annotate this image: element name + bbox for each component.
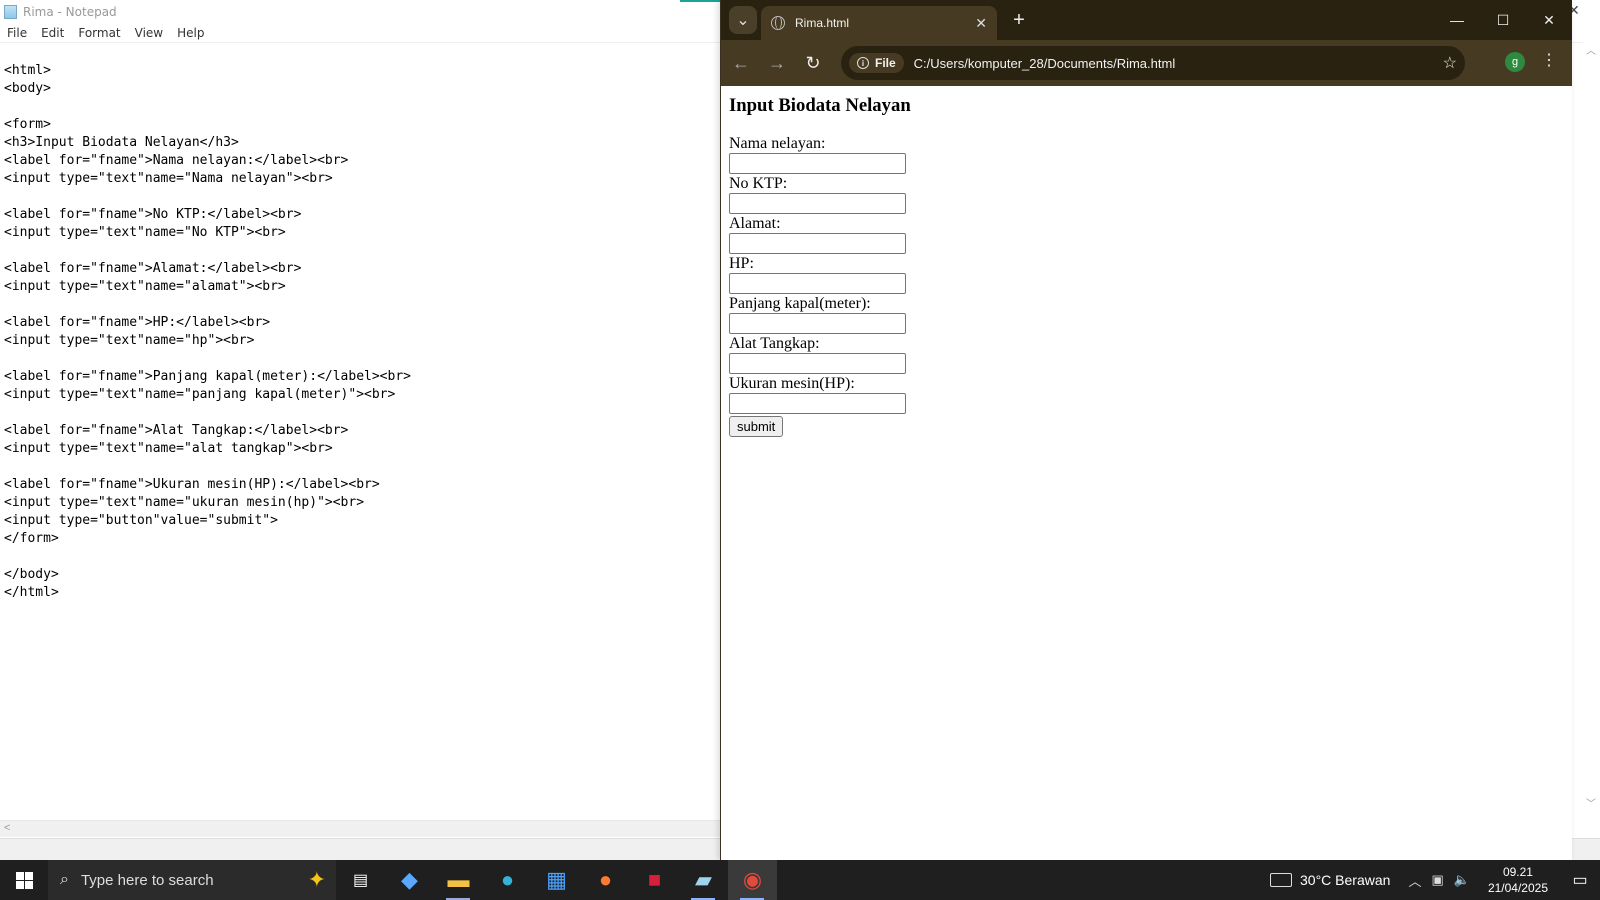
label-alat-tangkap: Alat Tangkap: [729, 335, 820, 352]
tray-chevron-icon[interactable]: ︿ [1408, 871, 1421, 890]
globe-icon [771, 16, 785, 30]
minimize-icon[interactable]: — [1434, 0, 1480, 40]
mendeley-icon[interactable]: ■ [630, 860, 679, 900]
firefox-icon[interactable]: ● [581, 860, 630, 900]
input-no-ktp[interactable] [729, 193, 906, 214]
edge-icon[interactable]: ● [483, 860, 532, 900]
sparkle-icon[interactable]: ✦ [308, 867, 326, 893]
input-alamat[interactable] [729, 233, 906, 254]
network-icon[interactable]: ▣ [1431, 872, 1443, 888]
weather-icon [1270, 873, 1292, 887]
info-icon: i [857, 57, 869, 69]
start-button[interactable] [0, 860, 48, 900]
taskbar-search[interactable]: ⌕ Type here to search ✦ [48, 860, 336, 900]
weather-text: 30°C Berawan [1300, 872, 1391, 888]
notepad-app-icon [4, 4, 17, 19]
reload-icon[interactable]: ↻ [797, 47, 829, 79]
menu-view[interactable]: View [128, 26, 170, 40]
maximize-icon[interactable]: ☐ [1480, 0, 1526, 40]
weather-widget[interactable]: 30°C Berawan [1270, 872, 1390, 888]
notepad-vertical-scrollbar[interactable]: ︿ ﹀ [1583, 40, 1600, 838]
tab-rima[interactable]: Rima.html ✕ [761, 6, 997, 40]
tab-title: Rima.html [795, 16, 850, 30]
menu-file[interactable]: File [0, 26, 34, 40]
bookmark-star-icon[interactable]: ☆ [1443, 53, 1457, 73]
task-view-icon[interactable]: ▤ [336, 860, 385, 900]
label-nama-nelayan: Nama nelayan: [729, 135, 826, 152]
label-hp: HP: [729, 255, 754, 272]
site-info-label: File [875, 56, 896, 70]
label-no-ktp: No KTP: [729, 175, 788, 192]
close-window-icon[interactable]: ✕ [1526, 0, 1572, 40]
tab-strip: ⌄ Rima.html ✕ + — ☐ ✕ [721, 0, 1572, 40]
taskbar: ⌕ Type here to search ✦ ▤ ◆ ▬ ● ▦ ● ■ ▰ … [0, 860, 1600, 900]
submit-button[interactable]: submit [729, 416, 784, 437]
file-explorer-icon[interactable]: ▬ [434, 860, 483, 900]
window-controls: — ☐ ✕ [1434, 0, 1572, 40]
forward-arrow-icon[interactable]: → [761, 47, 793, 79]
input-ukuran-mesin[interactable] [729, 393, 906, 414]
tab-search-chevron-icon[interactable]: ⌄ [729, 6, 757, 34]
site-info-chip[interactable]: i File [849, 53, 904, 73]
store-icon[interactable]: ▦ [532, 860, 581, 900]
profile-avatar[interactable]: g [1505, 52, 1525, 72]
tab-close-icon[interactable]: ✕ [975, 15, 987, 32]
scroll-left-arrow-icon[interactable]: < [4, 822, 10, 834]
biodata-form: Nama nelayan: No KTP: Alamat: HP: Panjan… [729, 135, 1564, 437]
input-nama-nelayan[interactable] [729, 153, 906, 174]
input-panjang-kapal[interactable] [729, 313, 906, 334]
label-alamat: Alamat: [729, 215, 781, 232]
windows-logo-icon [15, 871, 33, 889]
menu-format[interactable]: Format [71, 26, 127, 40]
label-panjang-kapal: Panjang kapal(meter): [729, 295, 871, 312]
clock-date: 21/04/2025 [1487, 881, 1548, 895]
menu-help[interactable]: Help [170, 26, 211, 40]
notepad-title: Rima - Notepad [23, 4, 117, 19]
menu-edit[interactable]: Edit [34, 26, 71, 40]
notification-icon[interactable]: ▭ [1560, 870, 1600, 890]
scroll-down-arrow-icon[interactable]: ﹀ [1586, 795, 1596, 810]
volume-muted-icon[interactable]: 🔈 [1454, 872, 1470, 888]
browser-toolbar: ← → ↻ i File C:/Users/komputer_28/Docume… [721, 40, 1572, 86]
input-hp[interactable] [729, 273, 906, 294]
page-heading: Input Biodata Nelayan [729, 95, 911, 116]
url-text[interactable]: C:/Users/komputer_28/Documents/Rima.html [914, 56, 1443, 71]
back-arrow-icon[interactable]: ← [725, 47, 757, 79]
copilot-icon[interactable]: ◆ [385, 860, 434, 900]
notepad-icon[interactable]: ▰ [679, 860, 728, 900]
scroll-up-arrow-icon[interactable]: ︿ [1586, 42, 1596, 57]
label-ukuran-mesin: Ukuran mesin(HP): [729, 375, 855, 392]
new-tab-button[interactable]: + [1007, 8, 1031, 32]
system-tray: 30°C Berawan ︿ ▣ 🔈 09.21 21/04/2025 ▭ [1270, 860, 1600, 900]
input-alat-tangkap[interactable] [729, 353, 906, 374]
web-page-content: Input Biodata Nelayan Nama nelayan: No K… [721, 86, 1572, 860]
chrome-icon[interactable]: ◉ [728, 860, 777, 900]
clock-time: 09.21 [1502, 865, 1533, 879]
clock[interactable]: 09.21 21/04/2025 [1488, 864, 1548, 896]
chrome-window: ⌄ Rima.html ✕ + — ☐ ✕ ← → ↻ i File C:/Us… [720, 0, 1572, 860]
address-bar[interactable]: i File C:/Users/komputer_28/Documents/Ri… [841, 46, 1465, 80]
search-icon: ⌕ [60, 871, 69, 888]
kebab-menu-icon[interactable]: ⋮ [1539, 50, 1559, 70]
search-placeholder: Type here to search [80, 871, 214, 889]
notepad-text-area[interactable]: <html> <body> <form> <h3>Input Biodata N… [4, 62, 411, 602]
notepad-horizontal-scrollbar[interactable]: < [0, 820, 720, 837]
